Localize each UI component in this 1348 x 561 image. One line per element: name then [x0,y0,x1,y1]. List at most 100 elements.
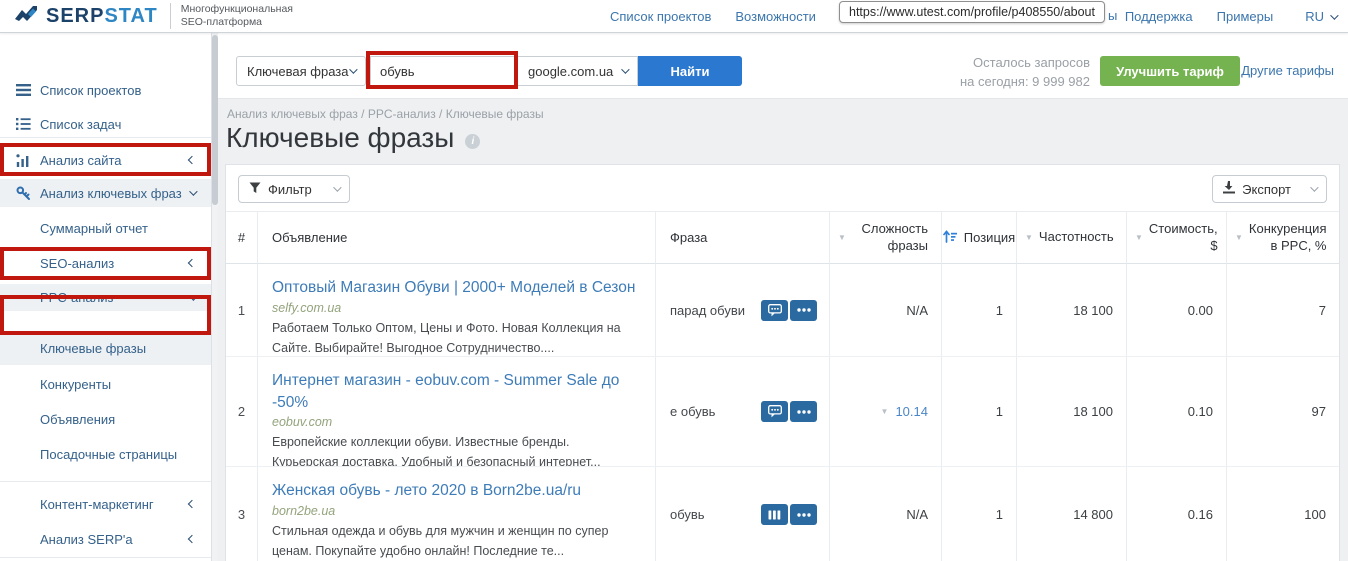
other-plans-link[interactable]: Другие тарифы [1241,63,1334,78]
chevron-down-icon [1310,183,1319,192]
top-header: SERPSTAT Многофункциональная SEO-платфор… [0,0,1348,33]
chat-bubble-icon[interactable] [761,299,788,321]
serpstat-logo-icon [14,5,40,27]
ad-domain: selfy.com.ua [272,300,342,315]
column-header-competition[interactable]: ▼ Конкуренция в PPC, % [1227,212,1339,264]
ad-title-link[interactable]: Интернет магазин - eobuv.com - Summer Sa… [272,370,639,413]
chat-bubble-icon[interactable] [761,401,788,422]
position-cell: 1 [942,264,1017,357]
key-icon [15,185,31,201]
chevron-down-icon [1330,10,1339,20]
breadcrumb-item[interactable]: PPC-анализ [368,107,436,121]
sidebar-item-landing-pages[interactable]: Посадочные страницы [0,441,211,467]
sidebar-item-keyword-analysis[interactable]: Анализ ключевых фраз [0,179,211,207]
column-header-phrase: Фраза [656,212,830,264]
info-icon[interactable]: i [465,133,481,149]
chevron-left-icon [187,258,197,268]
filter-button[interactable]: Фильтр [238,175,350,203]
ad-description: Европейские коллекции обуви. Известные б… [272,435,601,467]
download-icon [1223,181,1236,197]
menu-icon [15,82,31,98]
keyword-search-input[interactable] [370,56,517,86]
sidebar-item-seo-analysis[interactable]: SEO-анализ [0,250,211,276]
sidebar-item-ads[interactable]: Объявления [0,406,211,432]
chevron-down-icon [349,65,358,74]
sidebar-item-serp-analysis[interactable]: Анализ SERP'a [0,526,211,552]
ellipsis-icon[interactable] [790,401,817,422]
sidebar-item-site-analysis[interactable]: Анализ сайта [0,147,211,173]
phrase-cell: е обувь [656,357,830,467]
column-header-num: # [226,212,258,264]
volume-cell: 18 100 [1017,264,1127,357]
ad-cell: Интернет магазин - eobuv.com - Summer Sa… [258,357,656,467]
difficulty-cell: ▼ 10.14 [830,357,942,467]
ellipsis-icon[interactable] [790,299,817,321]
column-header-ad: Объявление [258,212,656,264]
results-card: Фильтр Экспорт # Объявление Фраза ▼ Слож… [225,164,1340,561]
sidebar-scrollbar[interactable] [212,33,218,561]
nav-support[interactable]: Поддержка [1125,9,1193,24]
scrollbar-thumb[interactable] [212,35,218,205]
logo-tagline: Многофункциональная SEO-платформа [169,2,293,30]
sidebar: Список проектов Список задач Анализ сайт… [0,33,212,561]
breadcrumb-item[interactable]: Ключевые фразы [446,107,544,121]
position-cell: 1 [942,467,1017,561]
difficulty-cell: N/A [830,264,942,357]
chevron-left-icon [187,499,197,509]
nav-hidden-fragment: ы [1108,8,1118,23]
cost-cell: 0.16 [1127,467,1227,561]
competition-cell: 97 [1227,357,1339,467]
table-row-num: 3 [226,467,258,561]
search-button[interactable]: Найти [638,56,742,86]
serpstat-logo[interactable]: SERPSTAT [14,5,158,28]
difficulty-cell: N/A [830,467,942,561]
upgrade-plan-button[interactable]: Улучшить тариф [1100,56,1240,86]
quota-remaining: Осталось запросов на сегодня: 9 999 982 [959,55,1090,89]
search-engine-select[interactable]: google.com.ua [517,56,638,86]
export-button[interactable]: Экспорт [1212,175,1327,203]
ad-domain: born2be.ua [272,503,336,518]
url-tooltip: https://www.utest.com/profile/p408550/ab… [839,1,1105,23]
ad-description: Стильная одежда и обувь для мужчин и жен… [272,523,609,558]
sidebar-divider [0,481,211,482]
cost-cell: 0.10 [1127,357,1227,467]
ad-title-link[interactable]: Оптовый Магазин Обуви | 2000+ Моделей в … [272,277,639,299]
sort-active-icon [942,229,957,246]
nav-examples[interactable]: Примеры [1217,9,1274,24]
ad-title-link[interactable]: Женская обувь - лето 2020 в Born2be.ua/r… [272,480,639,502]
column-header-cost[interactable]: ▼ Стоимость, $ [1127,212,1227,264]
sidebar-item-key-phrases[interactable]: Ключевые фразы [0,332,211,365]
sidebar-item-project-list[interactable]: Список проектов [0,77,211,103]
nav-project-list[interactable]: Список проектов [610,9,711,24]
chevron-down-icon [332,183,342,192]
task-list-icon [15,116,31,132]
cost-cell: 0.00 [1127,264,1227,357]
phrase-cell: парад обуви [656,264,830,357]
chevron-down-icon[interactable]: ▼ [881,407,889,416]
column-header-difficulty[interactable]: ▼ Сложность фразы [830,212,942,264]
chevron-down-icon [189,291,198,301]
funnel-icon [249,182,261,197]
breadcrumb-item[interactable]: Анализ ключевых фраз [227,107,358,121]
sidebar-item-task-list[interactable]: Список задач [0,111,211,137]
page-title: Ключевые фразы [226,122,455,153]
ellipsis-icon[interactable] [790,504,817,525]
nav-features[interactable]: Возможности [735,9,816,24]
search-type-select[interactable]: Ключевая фраза [236,56,366,86]
ad-cell: Женская обувь - лето 2020 в Born2be.ua/r… [258,467,656,561]
sort-chevron-icon: ▼ [1235,233,1243,242]
column-header-position[interactable]: Позиция [942,212,1017,264]
sidebar-item-content-marketing[interactable]: Контент-маркетинг [0,491,211,517]
breadcrumb: Анализ ключевых фраз / PPC-анализ / Ключ… [227,107,544,121]
serpstat-app: SERPSTAT Многофункциональная SEO-платфор… [0,0,1348,561]
chevron-down-icon [189,187,198,196]
sidebar-item-ppc-analysis[interactable]: PPC-анализ [0,284,211,311]
sidebar-item-competitors[interactable]: Конкуренты [0,371,211,397]
sidebar-item-summary-report[interactable]: Суммарный отчет [0,215,211,241]
column-header-volume[interactable]: ▼ Частотность [1017,212,1127,264]
language-selector[interactable]: RU [1305,9,1339,24]
ad-cell: Оптовый Магазин Обуви | 2000+ Моделей в … [258,264,656,357]
chevron-left-icon [187,155,197,165]
bars-icon[interactable] [761,504,788,525]
ad-description: Работаем Только Оптом, Цены и Фото. Нова… [272,320,621,355]
